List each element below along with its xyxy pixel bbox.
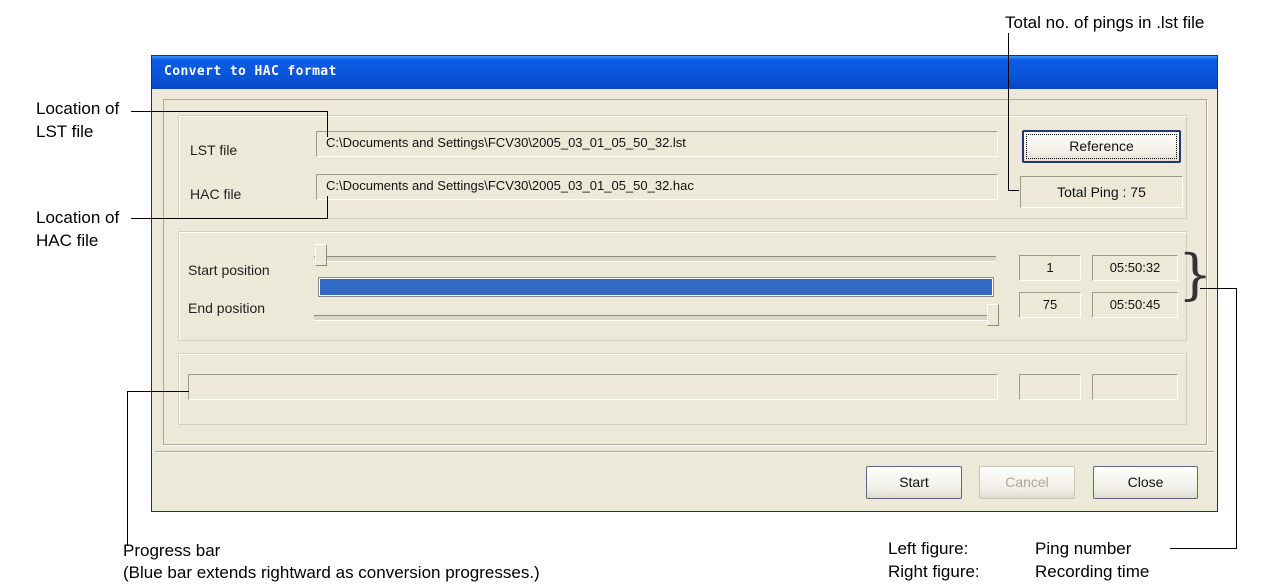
hac-leader-v <box>327 196 328 219</box>
conversion-progress-bar <box>188 374 998 400</box>
total-ping-display: Total Ping : 75 <box>1020 176 1183 208</box>
right-figure-label: Right figure: <box>888 562 980 581</box>
start-button[interactable]: Start <box>866 466 962 499</box>
convert-hac-dialog: Convert to HAC format LST file C:\Docume… <box>151 55 1218 512</box>
total-pings-note: Total no. of pings in .lst file <box>1005 13 1205 32</box>
button-bar-divider <box>155 451 1214 453</box>
progress-leader-h <box>127 391 189 392</box>
end-position-label: End position <box>188 300 266 316</box>
content-frame: LST file C:\Documents and Settings\FCV30… <box>163 99 1207 445</box>
lst-file-label: LST file <box>190 142 238 158</box>
cancel-button[interactable]: Cancel <box>979 466 1075 499</box>
hac-location-note-line2: HAC file <box>36 231 99 250</box>
end-slider-track[interactable] <box>314 315 996 321</box>
lst-location-note-line2: LST file <box>36 122 94 141</box>
lst-leader-v <box>327 111 328 137</box>
left-figure-value: Ping number <box>1035 539 1132 558</box>
lst-location-note-line1: Location of <box>36 99 120 118</box>
progress-recording-time <box>1092 374 1178 400</box>
start-slider-thumb[interactable] <box>315 244 327 266</box>
range-group: Start position End position 1 05:50:32 7… <box>178 231 1187 341</box>
hac-location-note-line1: Location of <box>36 208 120 227</box>
end-slider-thumb[interactable] <box>987 304 999 326</box>
start-recording-time: 05:50:32 <box>1092 255 1178 281</box>
progress-ping-number <box>1019 374 1081 400</box>
right-figure-value: Recording time <box>1035 562 1150 581</box>
lst-leader-h <box>131 111 328 112</box>
start-position-label: Start position <box>188 262 270 278</box>
progress-bar-note-line2: (Blue bar extends rightward as conversio… <box>123 563 540 582</box>
end-recording-time: 05:50:45 <box>1092 292 1178 318</box>
hac-leader-h <box>131 218 328 219</box>
window-title: Convert to HAC format <box>164 64 337 79</box>
selected-range-bar <box>318 277 994 297</box>
brace-leader-h <box>1200 288 1236 289</box>
end-ping-number: 75 <box>1019 292 1081 318</box>
lst-file-path-field[interactable]: C:\Documents and Settings\FCV30\2005_03_… <box>316 131 998 157</box>
file-group: LST file C:\Documents and Settings\FCV30… <box>178 115 1187 219</box>
ping-time-brace: } <box>1178 243 1213 306</box>
progress-bar-note-line1: Progress bar <box>123 541 221 560</box>
title-bar[interactable]: Convert to HAC format <box>152 56 1217 89</box>
close-button[interactable]: Close <box>1093 466 1198 499</box>
start-ping-number: 1 <box>1019 255 1081 281</box>
left-figure-label: Left figure: <box>888 539 969 558</box>
brace-leader-v <box>1236 288 1237 548</box>
progress-group <box>178 353 1187 425</box>
total-pings-leader-v <box>1008 33 1009 190</box>
progress-leader-v <box>127 391 128 546</box>
hac-file-path-field[interactable]: C:\Documents and Settings\FCV30\2005_03_… <box>316 174 998 200</box>
start-slider-track[interactable] <box>314 256 996 262</box>
brace-leader-bottom <box>1170 548 1237 549</box>
reference-button[interactable]: Reference <box>1022 130 1181 163</box>
total-pings-leader-h <box>1008 190 1019 191</box>
dialog-client-area: LST file C:\Documents and Settings\FCV30… <box>155 89 1214 508</box>
hac-file-label: HAC file <box>190 186 242 202</box>
